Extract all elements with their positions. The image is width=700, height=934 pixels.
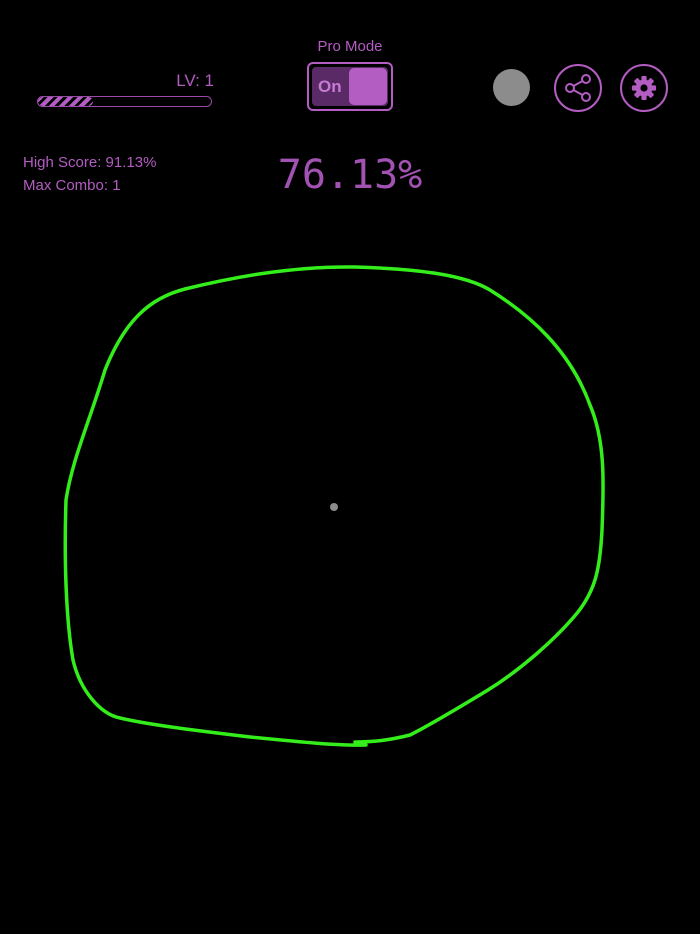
center-dot bbox=[330, 503, 338, 511]
drawing-canvas[interactable] bbox=[0, 0, 700, 934]
